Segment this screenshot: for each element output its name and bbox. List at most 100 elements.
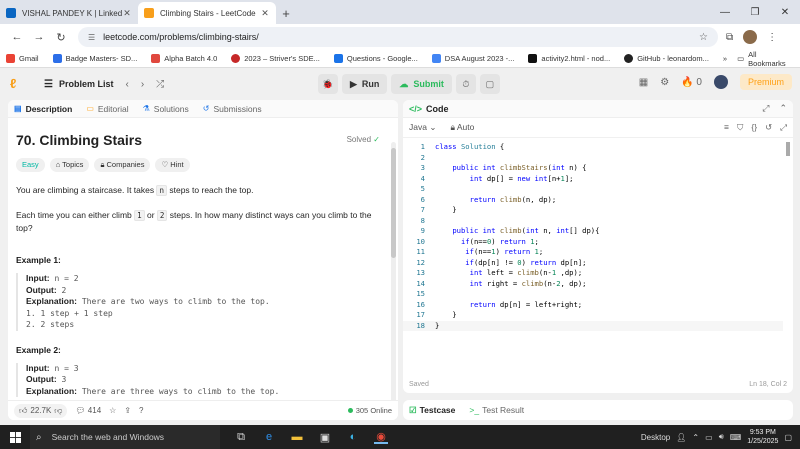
bookmark-activity[interactable]: activity2.html - nod... bbox=[528, 54, 610, 63]
edge-icon[interactable]: e bbox=[262, 430, 276, 444]
file-explorer-icon[interactable]: ▬ bbox=[290, 430, 304, 444]
tab-test-result[interactable]: >_ Test Result bbox=[469, 405, 524, 415]
hint-chip[interactable]: ♡ Hint bbox=[155, 158, 190, 172]
minimize-icon[interactable]: — bbox=[710, 7, 740, 18]
scrollbar-thumb[interactable] bbox=[786, 142, 790, 156]
new-tab-button[interactable]: + bbox=[276, 2, 296, 24]
maximize-icon[interactable]: ⤢ bbox=[762, 103, 769, 114]
help-icon[interactable]: ? bbox=[139, 406, 143, 415]
tab-testcase[interactable]: ☑ Testcase bbox=[409, 405, 455, 416]
extensions-icon[interactable]: ⧉ bbox=[726, 32, 733, 43]
code-line[interactable]: 7 } bbox=[403, 205, 783, 216]
code-line[interactable]: 10 if(n==0) return 1; bbox=[403, 237, 783, 248]
thumbs-down-icon[interactable]: 👎︎ bbox=[54, 406, 62, 416]
leetcode-logo-icon[interactable]: ℓ bbox=[10, 77, 24, 91]
debug-button[interactable]: 🐞 bbox=[318, 74, 338, 94]
code-line[interactable]: 14 int right = climb(n-2, dp); bbox=[403, 279, 783, 290]
bookmark-star-icon[interactable]: ☆ bbox=[699, 32, 708, 43]
code-line[interactable]: 12 if(dp[n] != 0) return dp[n]; bbox=[403, 258, 783, 269]
share-icon[interactable]: ⇪ bbox=[124, 406, 131, 415]
bookmark-icon[interactable]: ⛉ bbox=[737, 122, 743, 133]
ime-icon[interactable]: ⌨ bbox=[730, 433, 742, 442]
bookmark-questions[interactable]: Questions - Google... bbox=[333, 54, 418, 63]
description-scrollbar[interactable] bbox=[391, 142, 396, 400]
browser-tab-linkedin[interactable]: VISHAL PANDEY K | LinkedIn ✕ bbox=[0, 2, 138, 24]
code-line[interactable]: 9 public int climb(int n, int[] dp){ bbox=[403, 226, 783, 237]
companies-chip[interactable]: 🔒︎ Companies bbox=[94, 158, 151, 172]
tab-editorial[interactable]: ▭ Editorial bbox=[86, 104, 128, 114]
back-icon[interactable]: ← bbox=[6, 31, 28, 43]
submit-button[interactable]: ☁ Submit bbox=[391, 74, 452, 94]
edge-browser-icon[interactable]: ◐ bbox=[346, 430, 360, 444]
collapse-icon[interactable]: ⌃ bbox=[779, 103, 787, 114]
profile-avatar[interactable] bbox=[743, 30, 758, 44]
code-line[interactable]: 4 int dp[] = new int[n+1]; bbox=[403, 174, 783, 185]
code-line[interactable]: 18} bbox=[403, 320, 783, 331]
code-line[interactable]: 2 bbox=[403, 153, 783, 164]
forward-icon[interactable]: → bbox=[28, 31, 50, 43]
code-line[interactable]: 5 bbox=[403, 184, 783, 195]
close-tab-icon[interactable]: ✕ bbox=[260, 8, 270, 19]
code-line[interactable]: 15 bbox=[403, 289, 783, 300]
tab-description[interactable]: ▤ Description bbox=[14, 104, 72, 114]
bookmark-dsa[interactable]: DSA August 2023 -... bbox=[431, 54, 514, 63]
restore-icon[interactable]: ❐ bbox=[740, 7, 770, 18]
menu-icon[interactable]: ⋮ bbox=[767, 32, 777, 43]
settings-gear-icon[interactable]: ⚙ bbox=[660, 77, 669, 88]
network-icon[interactable]: ▭ bbox=[705, 433, 713, 442]
timer-button[interactable]: ⏱ bbox=[455, 74, 476, 94]
fullscreen-icon[interactable]: ⤢ bbox=[780, 122, 787, 133]
code-line[interactable]: 3 public int climbStairs(int n) { bbox=[403, 163, 783, 174]
topics-chip[interactable]: ⌂ Topics bbox=[49, 158, 90, 172]
shuffle-icon[interactable]: ⤮ bbox=[156, 79, 164, 90]
comments-button[interactable]: 💬︎ 414 bbox=[75, 406, 101, 415]
site-info-icon[interactable]: ☰ bbox=[88, 33, 95, 42]
url-bar[interactable]: ☰ leetcode.com/problems/climbing-stairs/… bbox=[78, 27, 718, 47]
code-line[interactable]: 13 int left = climb(n-1 ,dp); bbox=[403, 268, 783, 279]
chevron-right-icon[interactable]: » bbox=[723, 54, 727, 63]
code-line[interactable]: 1 class Solution { bbox=[403, 142, 783, 153]
tab-submissions[interactable]: ↺ Submissions bbox=[203, 104, 262, 114]
problem-title[interactable]: 70. Climbing Stairs bbox=[16, 132, 390, 148]
code-line[interactable]: 8 bbox=[403, 216, 783, 227]
language-select[interactable]: Java ⌄ bbox=[409, 122, 436, 133]
chrome-icon[interactable]: ◉ bbox=[374, 430, 388, 444]
run-button[interactable]: ▶ Run bbox=[342, 74, 388, 94]
code-line[interactable]: 6 return climb(n, dp); bbox=[403, 195, 783, 206]
chevron-up-icon[interactable]: ⌃ bbox=[692, 433, 699, 442]
bookmark-badge-masters[interactable]: Badge Masters- SD... bbox=[52, 54, 137, 63]
desktop-toolbar-label[interactable]: Desktop bbox=[641, 433, 670, 442]
code-line[interactable]: 17 } bbox=[403, 310, 783, 321]
code-line[interactable]: 11 if(n==1) return 1; bbox=[403, 247, 783, 258]
bookmark-striver[interactable]: 2023 – Striver's SDE... bbox=[231, 54, 320, 63]
browser-tab-leetcode[interactable]: Climbing Stairs - LeetCode ✕ bbox=[138, 2, 276, 24]
store-icon[interactable]: ▣ bbox=[318, 430, 332, 444]
streak-counter[interactable]: 🔥 0 bbox=[681, 77, 702, 88]
problem-list-button[interactable]: ☰ Problem List bbox=[44, 79, 113, 90]
reset-icon[interactable]: ↺ bbox=[765, 122, 772, 133]
bookmark-gmail[interactable]: Gmail bbox=[6, 54, 39, 63]
close-window-icon[interactable]: ✕ bbox=[770, 7, 800, 18]
notes-button[interactable]: ▢ bbox=[479, 74, 500, 94]
editor-scrollbar[interactable] bbox=[786, 140, 791, 325]
people-icon[interactable]: 👤︎ bbox=[676, 433, 686, 442]
format-icon[interactable]: ≡ bbox=[724, 122, 729, 133]
premium-button[interactable]: Premium bbox=[739, 74, 792, 90]
all-bookmarks[interactable]: » ▭ All Bookmarks bbox=[723, 50, 794, 68]
tab-solutions[interactable]: ⚗ Solutions bbox=[143, 104, 189, 114]
code-line[interactable]: 16 return dp[n] = left+right; bbox=[403, 300, 783, 311]
scrollbar-thumb[interactable] bbox=[391, 148, 396, 258]
prev-problem-icon[interactable]: ‹ bbox=[125, 79, 128, 90]
notifications-icon[interactable]: ▢ bbox=[784, 433, 792, 442]
taskbar-search[interactable]: ⌕ Search the web and Windows bbox=[30, 425, 220, 449]
bookmark-github[interactable]: GitHub - leonardom... bbox=[624, 54, 709, 63]
favorite-star-icon[interactable]: ☆ bbox=[109, 406, 116, 415]
next-problem-icon[interactable]: › bbox=[141, 79, 144, 90]
autocomplete-toggle[interactable]: 🔒︎ Auto bbox=[450, 122, 474, 133]
clock[interactable]: 9:53 PM 1/25/2025 bbox=[747, 428, 778, 446]
windows-start-icon[interactable] bbox=[0, 431, 30, 443]
code-editor[interactable]: 1 class Solution {2 3 public int climbStai… bbox=[403, 142, 783, 331]
bookmark-alpha-batch[interactable]: Alpha Batch 4.0 bbox=[151, 54, 217, 63]
user-avatar[interactable] bbox=[713, 75, 728, 89]
like-button[interactable]: 👍︎ 22.7K 👎︎ bbox=[14, 403, 68, 418]
